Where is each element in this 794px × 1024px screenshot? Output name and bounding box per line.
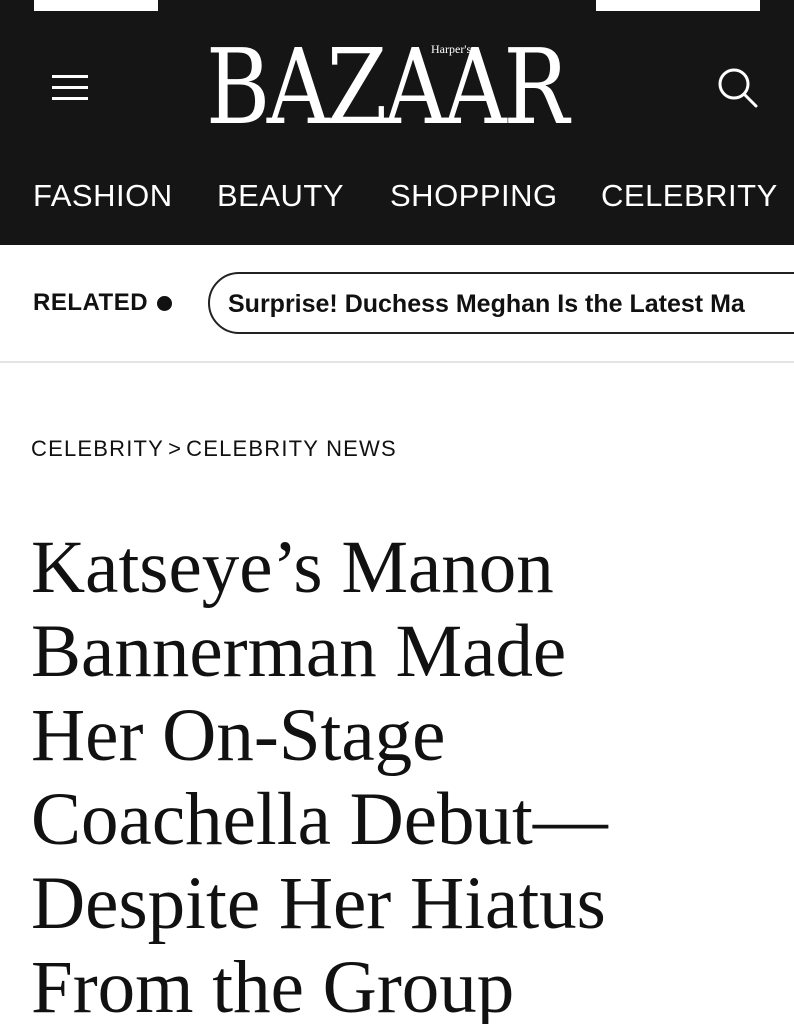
logo-wordmark: BAZAAR [206, 26, 569, 148]
headline-line: Coachella Debut— [31, 778, 608, 861]
main-nav: FASHION BEAUTY SHOPPING CELEBRITY [0, 172, 794, 222]
related-article-link[interactable]: Surprise! Duchess Meghan Is the Latest M… [208, 272, 794, 334]
nav-item-beauty[interactable]: BEAUTY [217, 178, 344, 214]
top-strip-tab-right[interactable] [596, 0, 760, 11]
bullet-dot-icon [157, 296, 172, 311]
nav-item-fashion[interactable]: FASHION [33, 178, 173, 214]
breadcrumb: CELEBRITY > CELEBRITY NEWS [31, 436, 397, 462]
logo-superscript: Harper's [431, 42, 472, 56]
related-article-title: Surprise! Duchess Meghan Is the Latest M… [228, 290, 745, 318]
headline-line: Bannerman Made [31, 610, 567, 693]
related-bar: RELATED Surprise! Duchess Meghan Is the … [0, 245, 794, 363]
headline-line: Despite Her Hiatus [31, 862, 606, 945]
breadcrumb-celebrity[interactable]: CELEBRITY [31, 436, 164, 461]
nav-item-celebrity[interactable]: CELEBRITY [601, 178, 778, 214]
headline-line: From the Group [31, 946, 515, 1024]
nav-item-shopping[interactable]: SHOPPING [390, 178, 558, 214]
breadcrumb-separator: > [168, 436, 183, 461]
hamburger-menu-icon[interactable] [48, 68, 94, 106]
top-strip-tab-left[interactable] [34, 0, 158, 11]
top-browser-strip [0, 0, 794, 22]
site-logo[interactable]: BAZAAR Harper's [206, 28, 596, 146]
related-label: RELATED [33, 289, 149, 316]
headline-line: Her On-Stage [31, 694, 446, 777]
site-header: BAZAAR Harper's FASHION BEAUTY SHOPPING … [0, 22, 794, 245]
search-icon[interactable] [712, 62, 762, 112]
article-headline: Katseye’s Manon Bannerman Made Her On-St… [31, 526, 771, 1024]
breadcrumb-celebrity-news[interactable]: CELEBRITY NEWS [186, 436, 397, 461]
headline-line: Katseye’s Manon [31, 526, 554, 609]
